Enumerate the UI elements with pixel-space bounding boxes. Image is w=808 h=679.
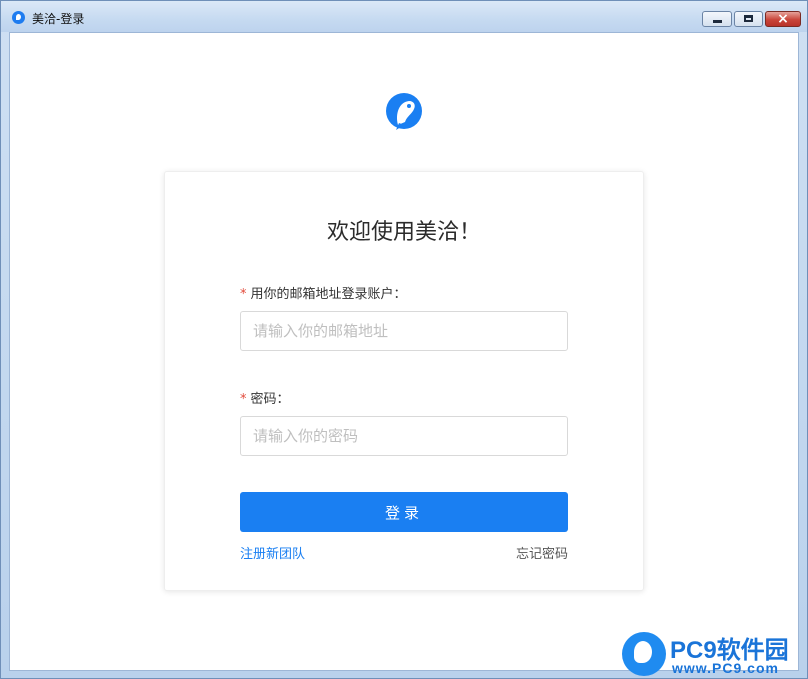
- title-bar[interactable]: 美洽-登录 ×: [1, 1, 807, 32]
- register-team-link[interactable]: 注册新团队: [240, 543, 305, 562]
- close-icon: ×: [777, 11, 789, 27]
- required-mark: *: [240, 392, 247, 407]
- window-title: 美洽-登录: [32, 12, 85, 26]
- email-label-text: 用你的邮箱地址登录账户：: [250, 287, 407, 302]
- watermark: PC9软件园 www.PC9.com: [620, 630, 806, 678]
- forgot-password-link[interactable]: 忘记密码: [516, 543, 568, 562]
- required-mark: *: [240, 287, 247, 302]
- minimize-button[interactable]: [702, 11, 732, 27]
- email-label: * 用你的邮箱地址登录账户：: [240, 283, 407, 302]
- maximize-button[interactable]: [734, 11, 763, 27]
- login-button[interactable]: 登录: [240, 492, 568, 532]
- email-input[interactable]: [240, 311, 568, 351]
- app-icon: [12, 11, 25, 24]
- welcome-heading: 欢迎使用美洽！: [326, 220, 481, 245]
- password-label: * 密码：: [240, 388, 290, 407]
- close-button[interactable]: ×: [765, 11, 801, 27]
- password-label-text: 密码：: [250, 392, 290, 407]
- watermark-logo-icon: [622, 632, 666, 676]
- password-input[interactable]: [240, 416, 568, 456]
- parrot-logo-icon: [386, 93, 422, 130]
- watermark-url: www.PC9.com: [672, 660, 779, 676]
